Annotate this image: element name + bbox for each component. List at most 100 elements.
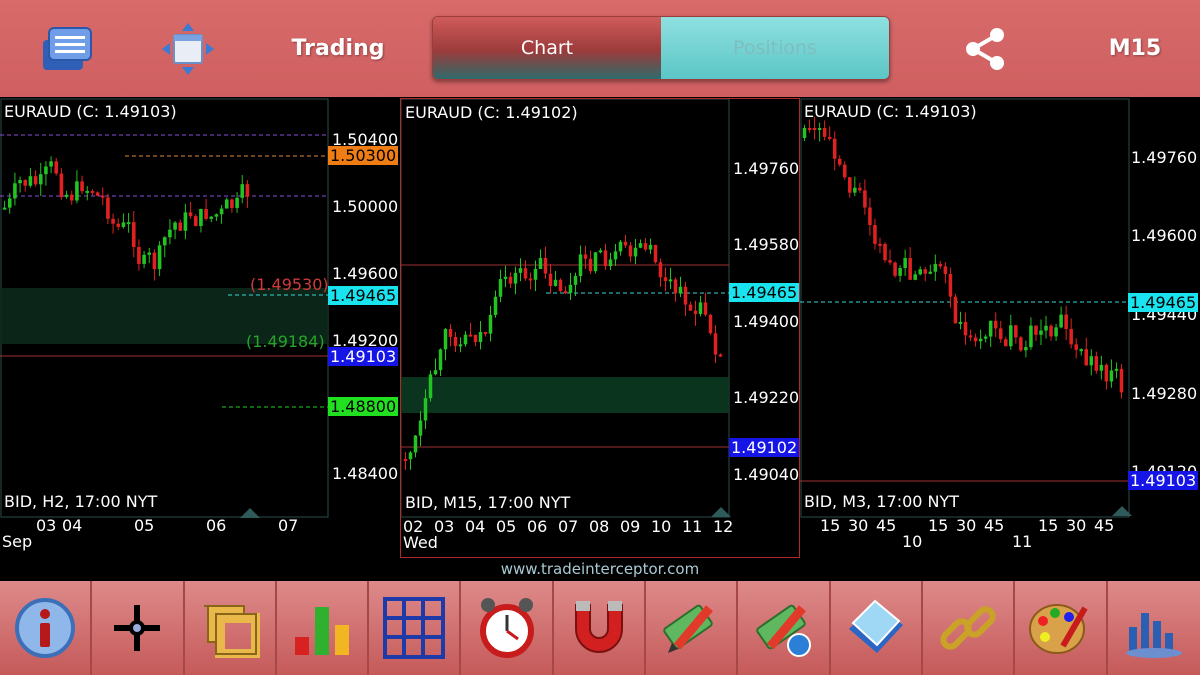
x-tick: 10	[651, 517, 672, 536]
palette-icon[interactable]	[1015, 581, 1108, 675]
candle-body	[903, 258, 907, 269]
candle-body	[623, 241, 628, 246]
candle-body	[1119, 368, 1124, 393]
candle-body	[111, 218, 115, 224]
candle-body	[219, 208, 224, 215]
candle-body	[1029, 325, 1033, 348]
candle-body	[928, 271, 933, 274]
layers-icon[interactable]	[831, 581, 923, 675]
candle-body	[963, 321, 968, 336]
candles	[2, 156, 250, 281]
candle-body	[1114, 368, 1119, 371]
chart-panel-m15[interactable]: EURAUD (C: 1.49102) 1.49760 1.49580 1.49…	[400, 98, 800, 558]
share-icon[interactable]	[960, 0, 1010, 97]
candle-body	[126, 222, 131, 225]
candle-body	[69, 194, 74, 201]
price-label: 1.50000	[332, 197, 399, 216]
x-tick: 05	[134, 516, 155, 535]
candle-body	[38, 174, 43, 185]
candle-body	[1014, 325, 1018, 338]
indicators-icon[interactable]	[277, 581, 370, 675]
tab-positions[interactable]: Positions	[661, 17, 889, 79]
menu-icon[interactable]	[38, 0, 96, 97]
candle-body	[988, 320, 993, 337]
candle-body	[508, 276, 513, 284]
candle-body	[199, 208, 203, 227]
candle-body	[673, 279, 678, 294]
candle-body	[433, 370, 438, 375]
candle-body	[538, 257, 543, 269]
candle-body	[204, 208, 208, 219]
price-label: 1.49760	[733, 159, 800, 178]
x-tick: 12	[713, 517, 734, 536]
candle-body	[898, 268, 902, 276]
candle-body	[553, 279, 558, 286]
x-tick: 09	[620, 517, 641, 536]
x-tick: 15	[928, 516, 949, 535]
pencil-money-globe-icon[interactable]	[738, 581, 831, 675]
x-tick: 07	[558, 517, 579, 536]
candle-body	[49, 161, 53, 167]
chart-settings-icon[interactable]	[1108, 581, 1200, 675]
move-icon[interactable]	[160, 0, 216, 97]
chart-panel-m3[interactable]: EURAUD (C: 1.49103) 1.49760 1.49600 1.49…	[800, 98, 1200, 558]
candle-body	[837, 158, 842, 165]
ruler-icon[interactable]	[185, 581, 277, 675]
candle-body	[863, 190, 867, 208]
candle-body	[1059, 314, 1063, 328]
grid-icon[interactable]	[369, 581, 462, 675]
candle-body	[64, 194, 69, 197]
candle-body	[913, 274, 917, 280]
candle-body	[183, 212, 188, 231]
x-tick: 04	[465, 517, 486, 536]
candle-body	[438, 349, 443, 371]
candle-body	[878, 243, 882, 246]
x-tick: 45	[1094, 516, 1115, 535]
x-sub-label: 11	[1012, 532, 1033, 551]
price-tag-blue: 1.49103	[328, 347, 399, 366]
link-icon[interactable]	[923, 581, 1016, 675]
candle-body	[59, 173, 64, 197]
chart-footer: BID, M3, 17:00 NYT	[804, 492, 960, 511]
candle-body	[85, 190, 90, 193]
candle-body	[168, 229, 172, 238]
candle-body	[533, 268, 538, 280]
price-label: 1.49600	[1131, 226, 1198, 245]
info-icon[interactable]	[0, 581, 93, 675]
price-label: 1.49400	[733, 312, 800, 331]
candle-body	[1069, 328, 1073, 345]
candle-body	[75, 181, 79, 201]
chart-panel-h2[interactable]: EURAUD (C: 1.49103) 1.50400 1.50300 1.50…	[0, 98, 400, 558]
candle-body	[1054, 327, 1058, 337]
candle-body	[523, 268, 528, 279]
candle-body	[848, 177, 852, 193]
candle-body	[178, 222, 183, 231]
candle-body	[443, 329, 448, 350]
candle-body	[998, 328, 1003, 340]
price-label: 1.48400	[332, 464, 399, 483]
candle-body	[548, 273, 553, 286]
price-tag-cyan: 1.49465	[1128, 293, 1199, 312]
chart-title: EURAUD (C: 1.49103)	[804, 102, 977, 121]
crosshair-icon[interactable]	[92, 581, 185, 675]
candle-body	[843, 164, 847, 178]
candle-body	[918, 269, 922, 275]
candle-body	[1044, 325, 1048, 331]
candle-body	[100, 195, 105, 198]
tab-chart[interactable]: Chart	[433, 17, 661, 79]
candle-body	[873, 225, 877, 244]
candle-body	[888, 260, 892, 263]
candlestick-chart-h2[interactable]	[0, 98, 400, 558]
candle-body	[214, 214, 219, 217]
candle-body	[1089, 356, 1094, 366]
website-url[interactable]: www.tradeinterceptor.com	[0, 558, 1200, 580]
candle-body	[593, 252, 598, 272]
candle-body	[458, 344, 463, 347]
pencil-money-icon[interactable]	[646, 581, 739, 675]
timeframe-button[interactable]: M15	[1100, 0, 1170, 97]
alarm-clock-icon[interactable]	[461, 581, 554, 675]
candle-body	[209, 216, 214, 219]
magnet-icon[interactable]	[554, 581, 647, 675]
candle-body	[713, 333, 718, 355]
candle-body	[152, 252, 157, 270]
